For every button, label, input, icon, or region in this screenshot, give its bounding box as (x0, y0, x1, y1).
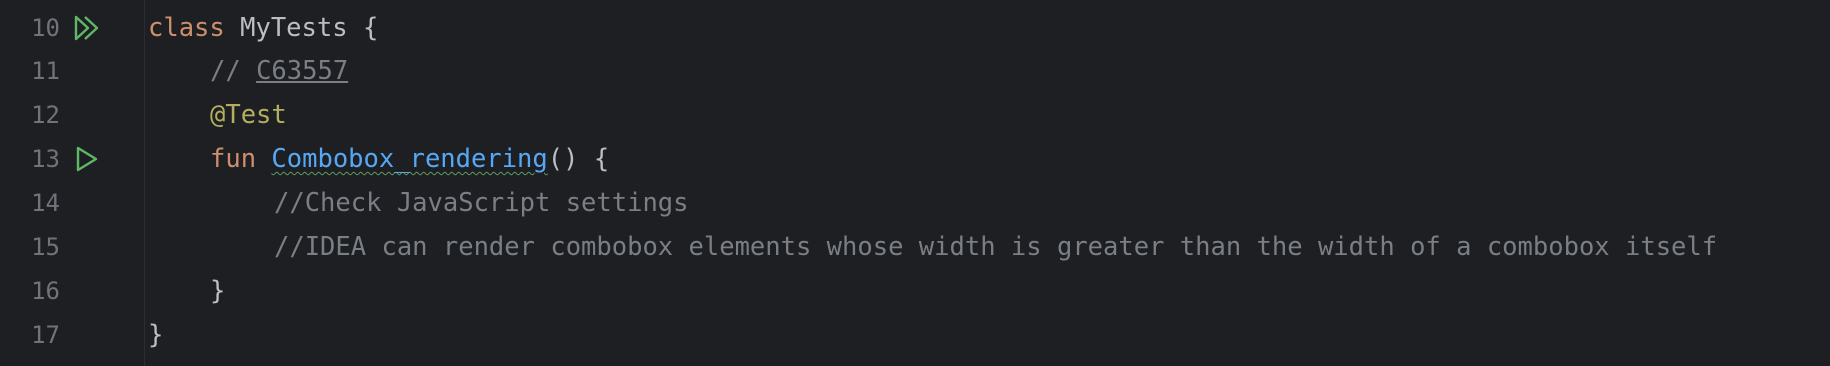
code-text[interactable]: @Test (210, 93, 287, 137)
line-number: 12 (31, 101, 60, 129)
keyword: fun (210, 144, 257, 174)
line-number: 15 (31, 233, 60, 261)
signature-rest: () { (547, 144, 610, 174)
line-number: 16 (31, 277, 60, 305)
code-line: 15 //IDEA can render combobox elements w… (0, 225, 1830, 269)
run-all-tests-icon[interactable] (74, 14, 100, 42)
code-line: 16 } (0, 269, 1830, 313)
comment[interactable]: //Check JavaScript settings (274, 181, 689, 225)
code-line: 14 //Check JavaScript settings (0, 181, 1830, 225)
comment[interactable]: //IDEA can render combobox elements whos… (274, 225, 1717, 269)
code-editor[interactable]: 10 class MyTests { 11 // C63557 12 @Test… (0, 0, 1830, 366)
annotation: @Test (210, 100, 287, 130)
keyword: class (148, 13, 225, 43)
code-line: 13 fun Combobox_rendering() { (0, 137, 1830, 181)
line-number: 14 (31, 189, 60, 217)
closing-brace[interactable]: } (210, 269, 225, 313)
code-line: 11 // C63557 (0, 49, 1830, 93)
code-text[interactable]: class MyTests { (148, 6, 378, 50)
closing-brace[interactable]: } (148, 313, 163, 357)
comment-prefix: // (210, 56, 241, 86)
code-text[interactable]: fun Combobox_rendering() { (210, 137, 609, 181)
code-line: 17 } (0, 313, 1830, 357)
line-number: 10 (31, 14, 60, 42)
line-number: 17 (31, 321, 60, 349)
code-text[interactable]: // C63557 (210, 49, 348, 93)
code-line: 10 class MyTests { (0, 6, 1830, 50)
run-test-icon[interactable] (74, 145, 100, 173)
code-line: 12 @Test (0, 93, 1830, 137)
class-name: MyTests (240, 13, 348, 43)
issue-link[interactable]: C63557 (256, 56, 348, 86)
line-number: 13 (31, 145, 60, 173)
brace: { (362, 13, 379, 43)
function-name[interactable]: Combobox_rendering (271, 144, 547, 174)
line-number: 11 (31, 57, 60, 85)
